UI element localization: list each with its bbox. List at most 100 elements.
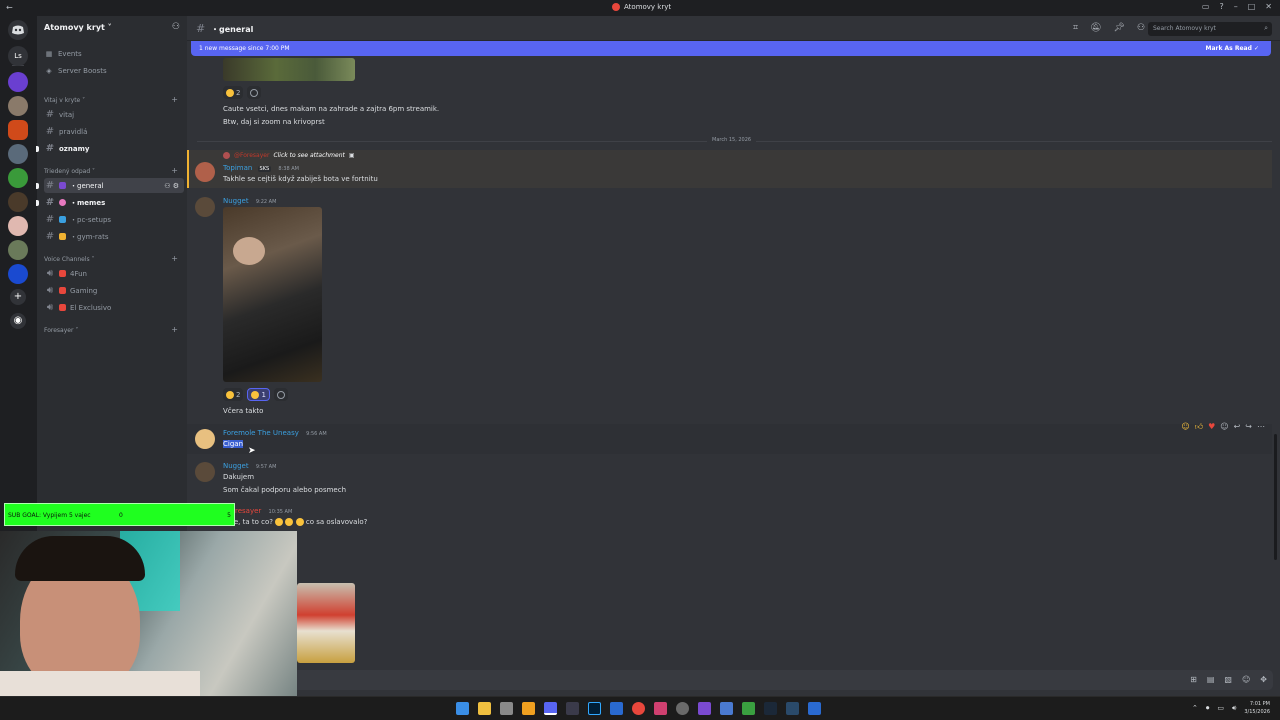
mark-as-read-button[interactable]: Mark As Read ✓: [1205, 45, 1259, 52]
app-icon[interactable]: [654, 702, 667, 715]
channel-pravidla[interactable]: # pravidlá: [44, 124, 184, 139]
server-icon-8[interactable]: [8, 240, 28, 260]
inbox-icon[interactable]: ▭: [1202, 2, 1210, 11]
app-icon[interactable]: [522, 702, 535, 715]
quick-react-grin-icon[interactable]: ☺: [1181, 422, 1189, 432]
add-server-icon[interactable]: +: [10, 289, 26, 305]
emoji-icon[interactable]: ☺: [1242, 675, 1250, 684]
channel-vitaj[interactable]: # vitaj: [44, 107, 184, 122]
app-icon[interactable]: [566, 702, 579, 715]
attachment-image[interactable]: [223, 207, 322, 382]
message-author[interactable]: Nugget 9:57 AM: [223, 462, 276, 470]
server-icon-atomovy-kryt[interactable]: [8, 120, 28, 140]
voice-channel-4fun[interactable]: 🔊︎ 4Fun: [44, 266, 184, 281]
member-list-icon[interactable]: ⚇: [1137, 23, 1145, 33]
discord-home-icon[interactable]: [8, 20, 28, 40]
reply-preview[interactable]: @Foresayer Click to see attachment ▣: [223, 152, 355, 159]
app-icon[interactable]: [610, 702, 623, 715]
reply-icon[interactable]: ↩: [1234, 422, 1241, 432]
microphone-icon[interactable]: ⏺: [1206, 704, 1210, 713]
more-options-icon[interactable]: ⋯: [1257, 422, 1265, 432]
server-boosts-item[interactable]: ◈ Server Boosts: [45, 67, 106, 75]
photoshop-icon[interactable]: [588, 702, 601, 715]
discover-icon[interactable]: ◉: [10, 313, 26, 329]
back-arrow-icon[interactable]: ←: [6, 3, 13, 12]
server-name[interactable]: Atomovy kryt ˅: [44, 23, 112, 32]
search-input[interactable]: Search Atomovy kryt ⌕: [1148, 22, 1272, 36]
add-channel-icon[interactable]: +: [171, 95, 178, 104]
network-icon[interactable]: ▭: [1217, 704, 1224, 712]
server-icon-1[interactable]: [8, 72, 28, 92]
reaction-laughing[interactable]: 2: [223, 86, 244, 99]
server-icon-2[interactable]: [8, 96, 28, 116]
category-vitaj-v-kryte[interactable]: Vitaj v kryte ˅: [44, 97, 85, 104]
message-composer[interactable]: ⊞ ▤ ▧ ☺ ✥: [195, 670, 1273, 690]
forward-icon[interactable]: ↪: [1245, 422, 1252, 432]
channel-general[interactable]: # ・general ⚇ ⚙: [36, 178, 184, 193]
add-reaction-button[interactable]: [273, 388, 288, 401]
add-channel-icon[interactable]: +: [171, 254, 178, 263]
category-voice-channels[interactable]: Voice Channels ˅: [44, 256, 95, 263]
avatar[interactable]: [195, 162, 215, 182]
server-icon-4[interactable]: [8, 144, 28, 164]
app-icon[interactable]: [500, 702, 513, 715]
quick-react-thumbsup-icon[interactable]: 👍︎: [1195, 422, 1203, 432]
file-explorer-icon[interactable]: [478, 702, 491, 715]
discord-taskbar-icon[interactable]: [544, 702, 557, 715]
message-author[interactable]: Topiman SKS 8:38 AM: [223, 164, 299, 172]
notification-bell-icon[interactable]: 🔕︎: [1090, 23, 1101, 33]
gift-icon[interactable]: ⊞: [1190, 675, 1197, 684]
steam-icon[interactable]: [764, 702, 777, 715]
minimize-button[interactable]: –: [1234, 2, 1238, 11]
scrollbar[interactable]: [1274, 434, 1277, 560]
server-icon-5[interactable]: [8, 168, 28, 188]
channel-oznamy[interactable]: # oznamy: [36, 141, 184, 156]
chrome-icon[interactable]: [632, 702, 645, 715]
voice-channel-el-exclusivo[interactable]: 🔊︎ El Exclusivo: [44, 300, 184, 315]
invite-people-icon[interactable]: ⚇: [172, 22, 180, 32]
quick-react-heart-icon[interactable]: ♥: [1208, 422, 1215, 432]
avatar[interactable]: [195, 197, 215, 217]
tray-chevron-icon[interactable]: ⌃: [1192, 704, 1198, 712]
gif-icon[interactable]: ▤: [1207, 675, 1215, 684]
start-icon[interactable]: [456, 702, 469, 715]
channel-pc-setups[interactable]: # ・pc-setups: [44, 212, 184, 227]
message-author[interactable]: Nugget 9:22 AM: [223, 197, 276, 205]
voice-channel-gaming[interactable]: 🔊︎ Gaming: [44, 283, 184, 298]
close-button[interactable]: ✕: [1265, 2, 1272, 11]
add-channel-icon[interactable]: +: [171, 325, 178, 334]
new-messages-banner[interactable]: 1 new message since 7:00 PM Mark As Read…: [191, 41, 1271, 56]
server-ls[interactable]: Ls: [8, 46, 28, 66]
add-channel-icon[interactable]: +: [171, 166, 178, 175]
app-icon[interactable]: [676, 702, 689, 715]
server-icon-7[interactable]: [8, 216, 28, 236]
server-icon-6[interactable]: [8, 192, 28, 212]
app-icon[interactable]: [742, 702, 755, 715]
sticker-icon[interactable]: ▧: [1224, 675, 1232, 684]
add-reaction-button[interactable]: [247, 86, 262, 99]
channel-gym-rats[interactable]: # ・gym-rats: [44, 229, 184, 244]
maximize-button[interactable]: □: [1248, 2, 1256, 11]
events-item[interactable]: ▦ Events: [45, 50, 82, 58]
add-reaction-icon[interactable]: ☺: [1220, 422, 1228, 432]
message-author[interactable]: Foremole The Uneasy 9:56 AM: [223, 429, 327, 437]
avatar[interactable]: [195, 429, 215, 449]
app-icon[interactable]: [786, 702, 799, 715]
attachment-image[interactable]: [223, 58, 355, 81]
server-icon-9[interactable]: [8, 264, 28, 284]
pinned-messages-icon[interactable]: 📌︎: [1114, 23, 1125, 33]
channel-memes[interactable]: # ・memes: [36, 195, 184, 210]
category-foresayer[interactable]: Foresayer ˅: [44, 327, 78, 334]
category-triedeny-odpad[interactable]: Triedený odpad ˅: [44, 168, 95, 175]
app-icon[interactable]: [808, 702, 821, 715]
attachment-image[interactable]: [297, 583, 355, 663]
channel-settings-icon[interactable]: ⚇ ⚙: [164, 182, 179, 190]
clock[interactable]: 7:01 PM 3/15/2026: [1244, 700, 1270, 716]
reaction-laughing[interactable]: 2: [223, 388, 244, 401]
app-icon[interactable]: [720, 702, 733, 715]
reaction-grinning[interactable]: 1: [247, 388, 270, 401]
apps-icon[interactable]: ✥: [1260, 675, 1267, 684]
threads-icon[interactable]: ⌗: [1073, 23, 1078, 33]
app-icon[interactable]: [698, 702, 711, 715]
help-icon[interactable]: ?: [1219, 2, 1223, 11]
